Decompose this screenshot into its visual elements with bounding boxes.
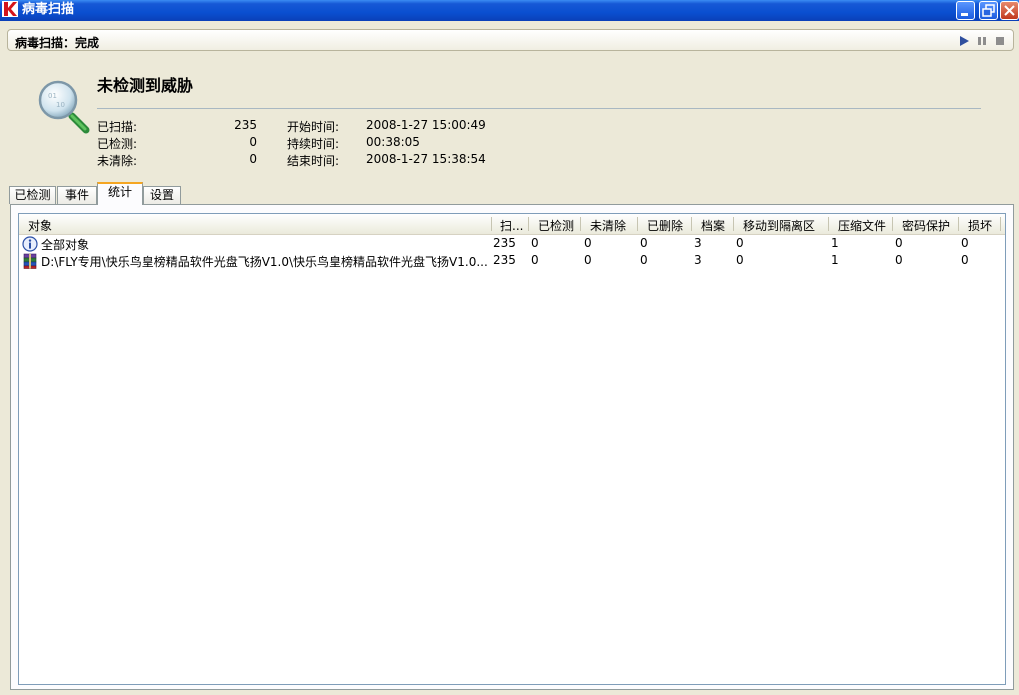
svg-text:01: 01 — [48, 92, 57, 100]
stat-value-end-time: 2008-1-27 15:38:54 — [366, 152, 486, 166]
column-divider[interactable] — [580, 217, 581, 231]
close-button[interactable] — [1000, 1, 1019, 20]
stat-value-detected: 0 — [249, 135, 257, 149]
magnifier-icon: 01 10 — [38, 80, 90, 134]
statistics-table[interactable]: 对象 扫... 已检测 未清除 已删除 档案 移动到隔离区 压缩文件 密码保护 … — [18, 213, 1006, 685]
cell-scanned: 235 — [493, 253, 516, 267]
column-divider[interactable] — [828, 217, 829, 231]
column-divider[interactable] — [691, 217, 692, 231]
stat-label-scanned: 已扫描: — [97, 120, 138, 134]
cell-corrupted: 0 — [961, 253, 969, 267]
cell-object: D:\FLY专用\快乐鸟皇榜精品软件光盘飞扬V1.0\快乐鸟皇榜精品软件光盘飞扬… — [41, 255, 488, 269]
scan-status-bar: 病毒扫描：完成 — [7, 29, 1014, 51]
table-header: 对象 扫... 已检测 未清除 已删除 档案 移动到隔离区 压缩文件 密码保护 … — [19, 214, 1005, 235]
column-header-password-protected[interactable]: 密码保护 — [902, 217, 950, 234]
summary-divider — [97, 108, 981, 109]
minimize-icon — [961, 13, 968, 16]
column-header-archives[interactable]: 档案 — [701, 217, 725, 234]
column-divider[interactable] — [1000, 217, 1001, 231]
cell-deleted: 0 — [640, 253, 648, 267]
archive-icon — [23, 253, 37, 269]
column-header-compressed[interactable]: 压缩文件 — [838, 217, 886, 234]
cell-password-protected: 0 — [895, 236, 903, 250]
info-icon — [22, 236, 38, 252]
cell-compressed: 1 — [831, 253, 839, 267]
column-divider[interactable] — [491, 217, 492, 231]
column-header-object[interactable]: 对象 — [28, 217, 52, 234]
cell-password-protected: 0 — [895, 253, 903, 267]
restore-icon — [982, 4, 995, 17]
cell-not-cleaned: 0 — [584, 236, 592, 250]
stat-label-end-time: 结束时间: — [287, 154, 340, 168]
column-header-corrupted[interactable]: 损坏 — [968, 217, 992, 234]
column-divider[interactable] — [637, 217, 638, 231]
table-row[interactable]: D:\FLY专用\快乐鸟皇榜精品软件光盘飞扬V1.0\快乐鸟皇榜精品软件光盘飞扬… — [19, 252, 1005, 269]
tab-detected[interactable]: 已检测 — [9, 186, 56, 204]
stop-icon[interactable] — [994, 35, 1006, 47]
cell-detected: 0 — [531, 253, 539, 267]
column-header-deleted[interactable]: 已删除 — [647, 217, 683, 234]
cell-quarantined: 0 — [736, 253, 744, 267]
pause-icon[interactable] — [976, 35, 988, 47]
cell-not-cleaned: 0 — [584, 253, 592, 267]
scan-result-headline: 未检测到威胁 — [97, 76, 194, 95]
cell-compressed: 1 — [831, 236, 839, 250]
cell-deleted: 0 — [640, 236, 648, 250]
stat-label-not-cleaned: 未清除: — [97, 154, 138, 168]
cell-archives: 3 — [694, 253, 702, 267]
stat-label-start-time: 开始时间: — [287, 120, 340, 134]
stat-value-scanned: 235 — [234, 118, 257, 132]
cell-corrupted: 0 — [961, 236, 969, 250]
cell-quarantined: 0 — [736, 236, 744, 250]
svg-text:10: 10 — [56, 101, 65, 109]
stat-label-detected: 已检测: — [97, 137, 138, 151]
column-header-detected[interactable]: 已检测 — [538, 217, 574, 234]
cell-archives: 3 — [694, 236, 702, 250]
close-icon — [1004, 5, 1015, 16]
cell-detected: 0 — [531, 236, 539, 250]
tab-events[interactable]: 事件 — [57, 186, 97, 204]
tab-settings[interactable]: 设置 — [143, 186, 181, 204]
cell-scanned: 235 — [493, 236, 516, 250]
tab-statistics[interactable]: 统计 — [97, 182, 143, 205]
stat-label-duration: 持续时间: — [287, 137, 340, 151]
stat-value-duration: 00:38:05 — [366, 135, 420, 149]
minimize-button[interactable] — [956, 1, 975, 20]
column-header-scanned[interactable]: 扫... — [500, 217, 523, 234]
column-header-quarantined[interactable]: 移动到隔离区 — [743, 217, 815, 234]
column-divider[interactable] — [733, 217, 734, 231]
window-title: 病毒扫描 — [22, 2, 75, 17]
column-divider[interactable] — [528, 217, 529, 231]
stat-value-start-time: 2008-1-27 15:00:49 — [366, 118, 486, 132]
stat-value-not-cleaned: 0 — [249, 152, 257, 166]
scan-status-label: 病毒扫描：完成 — [15, 36, 100, 50]
restore-button[interactable] — [979, 1, 998, 20]
column-divider[interactable] — [892, 217, 893, 231]
play-icon[interactable] — [958, 35, 970, 47]
kaspersky-logo-icon — [2, 1, 18, 17]
table-row[interactable]: 全部对象 235 0 0 0 3 0 1 0 0 — [19, 235, 1005, 252]
title-bar: 病毒扫描 — [0, 0, 1019, 21]
cell-object: 全部对象 — [41, 238, 90, 252]
column-divider[interactable] — [958, 217, 959, 231]
column-header-not-cleaned[interactable]: 未清除 — [590, 217, 626, 234]
